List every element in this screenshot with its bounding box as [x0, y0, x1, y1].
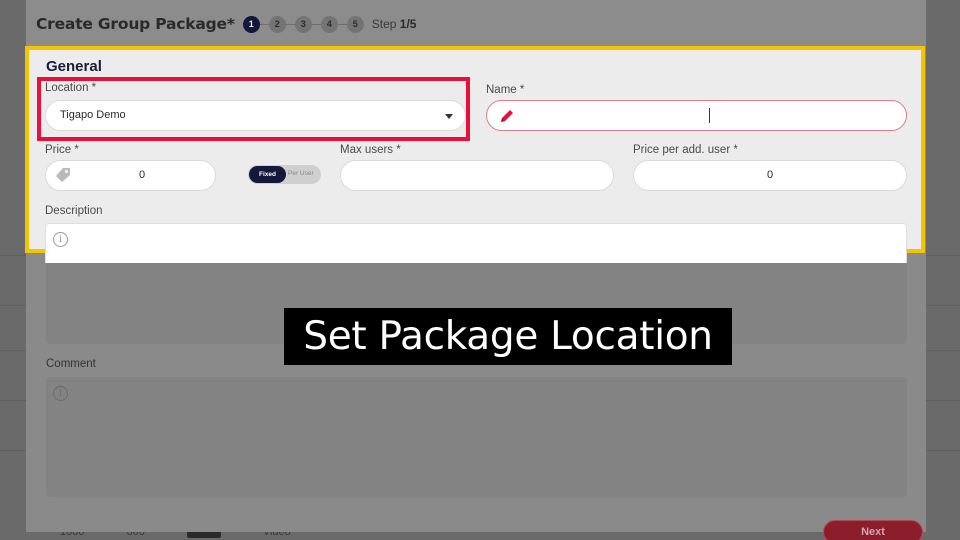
- price-mode-toggle[interactable]: Fixed Per User: [248, 165, 321, 184]
- name-input[interactable]: [486, 100, 907, 131]
- price-per-user-label: Price per add. user *: [633, 144, 738, 156]
- price-value: 0: [139, 169, 146, 181]
- toggle-fixed[interactable]: Fixed: [249, 166, 286, 183]
- location-select[interactable]: Tigapo Demo: [45, 100, 466, 131]
- tutorial-caption: Set Package Location: [284, 308, 732, 365]
- step-connector: [285, 23, 295, 25]
- info-icon: i: [53, 232, 68, 247]
- description-textarea[interactable]: i: [45, 223, 907, 263]
- info-icon: i: [53, 386, 68, 401]
- step-indicator: Step 1/5: [372, 17, 417, 31]
- price-tag-icon: [56, 168, 70, 182]
- stepper: 1 2 3 4 5 Step 1/5: [242, 15, 417, 33]
- modal-header: Create Group Package* 1 2 3 4 5 Step 1/5: [26, 0, 926, 48]
- comment-label: Comment: [46, 358, 96, 370]
- step-prefix: Step: [371, 17, 400, 31]
- general-section-highlight: General Location * Tigapo Demo Name * Pr…: [25, 46, 925, 263]
- max-users-label: Max users *: [340, 144, 401, 156]
- step-4[interactable]: 4: [320, 15, 338, 33]
- text-cursor: [709, 108, 710, 123]
- step-connector: [311, 23, 321, 25]
- chevron-down-icon: [445, 114, 453, 119]
- name-label: Name *: [486, 84, 525, 96]
- location-value: Tigapo Demo: [60, 109, 126, 121]
- pencil-icon: [501, 110, 513, 122]
- description-label: Description: [45, 205, 103, 217]
- section-title: General: [46, 58, 102, 75]
- price-input[interactable]: 0: [45, 160, 216, 191]
- price-label: Price *: [45, 144, 79, 156]
- step-3[interactable]: 3: [294, 15, 312, 33]
- step-5[interactable]: 5: [346, 15, 364, 33]
- comment-textarea[interactable]: i: [46, 377, 907, 497]
- max-users-input[interactable]: [340, 160, 614, 191]
- modal-title: Create Group Package*: [36, 15, 235, 33]
- price-per-user-input[interactable]: 0: [633, 160, 907, 191]
- step-current: 1/5: [399, 17, 417, 31]
- next-button[interactable]: Next: [823, 520, 923, 540]
- step-connector: [337, 23, 347, 25]
- toggle-per-user[interactable]: Per User: [288, 170, 314, 177]
- price-per-user-value: 0: [767, 169, 774, 181]
- step-1[interactable]: 1: [242, 15, 260, 33]
- step-connector: [259, 23, 269, 25]
- step-2[interactable]: 2: [268, 15, 286, 33]
